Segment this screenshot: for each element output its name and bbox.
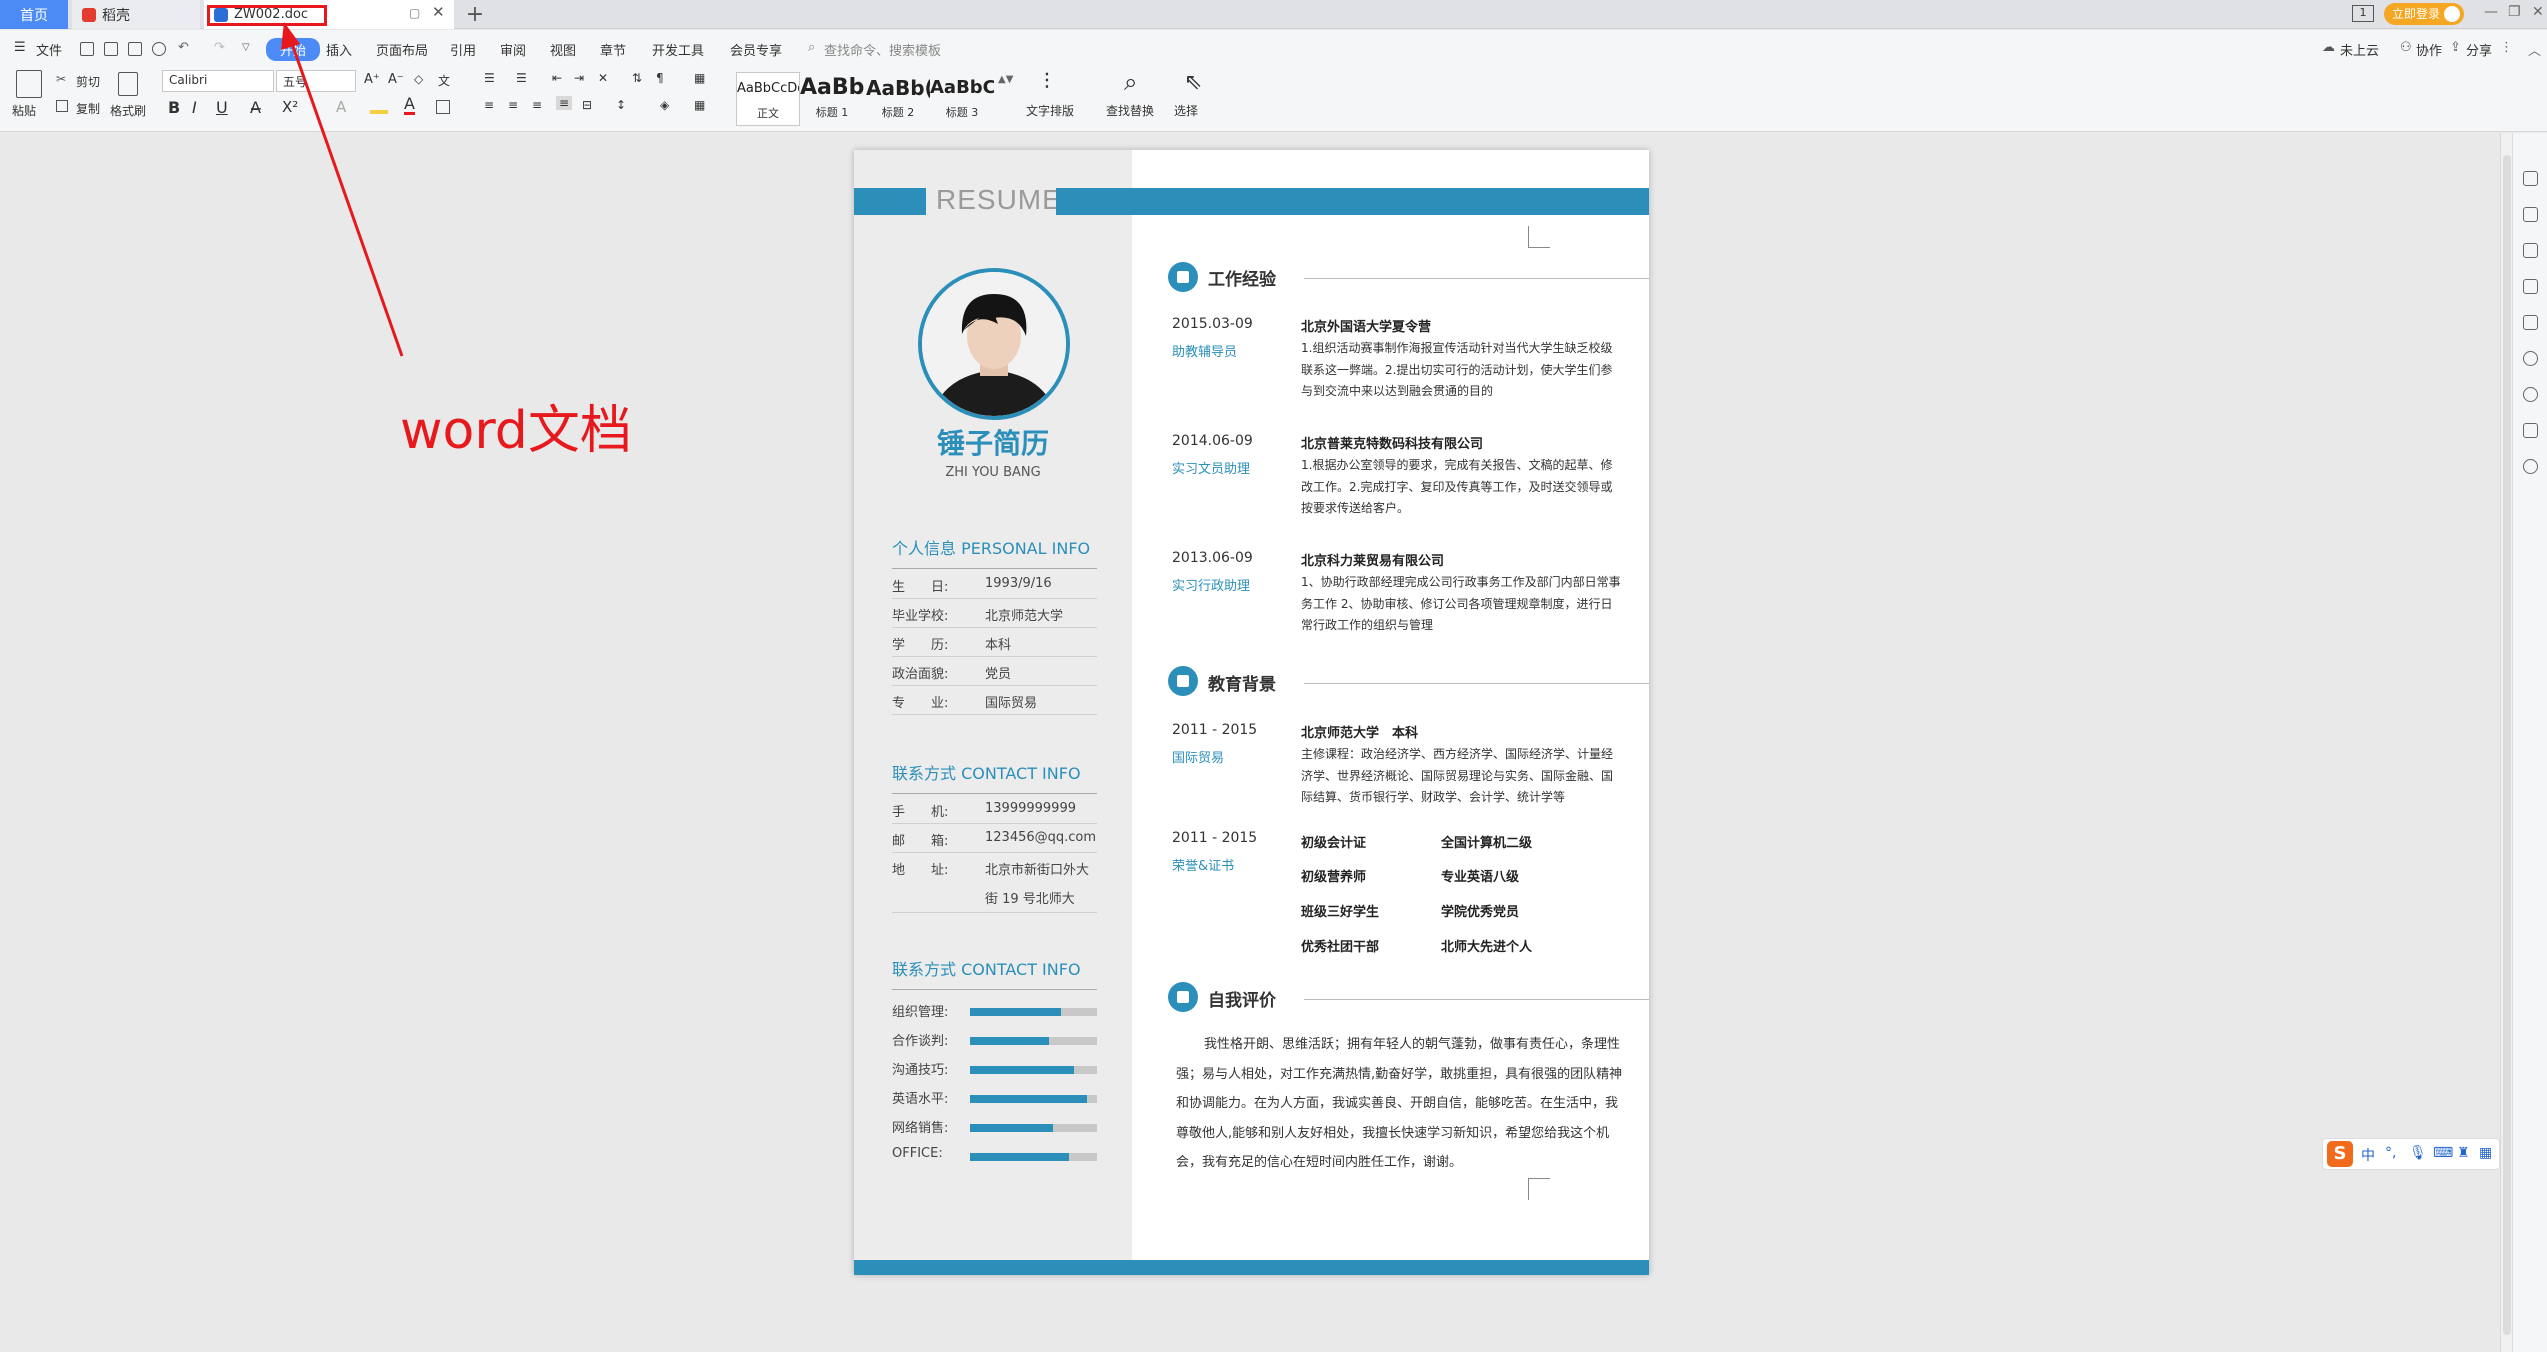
keyboard-icon[interactable]: ⌨ <box>2433 1145 2453 1161</box>
punctuation-icon[interactable]: °, <box>2385 1145 2396 1161</box>
skin-icon[interactable]: ♜ <box>2457 1145 2470 1161</box>
microphone-icon[interactable]: 🎙 <box>2409 1145 2427 1161</box>
ime-mode[interactable]: 中 <box>2361 1145 2375 1165</box>
ime-toolbar[interactable]: S 中 °, 🎙 ⌨ ♜ ▦ <box>2322 1138 2500 1170</box>
sogou-logo-icon[interactable]: S <box>2327 1141 2353 1167</box>
annotation-arrow <box>281 22 404 357</box>
toolbox-icon[interactable]: ▦ <box>2479 1145 2492 1161</box>
annotation-label: word文档 <box>400 401 632 461</box>
